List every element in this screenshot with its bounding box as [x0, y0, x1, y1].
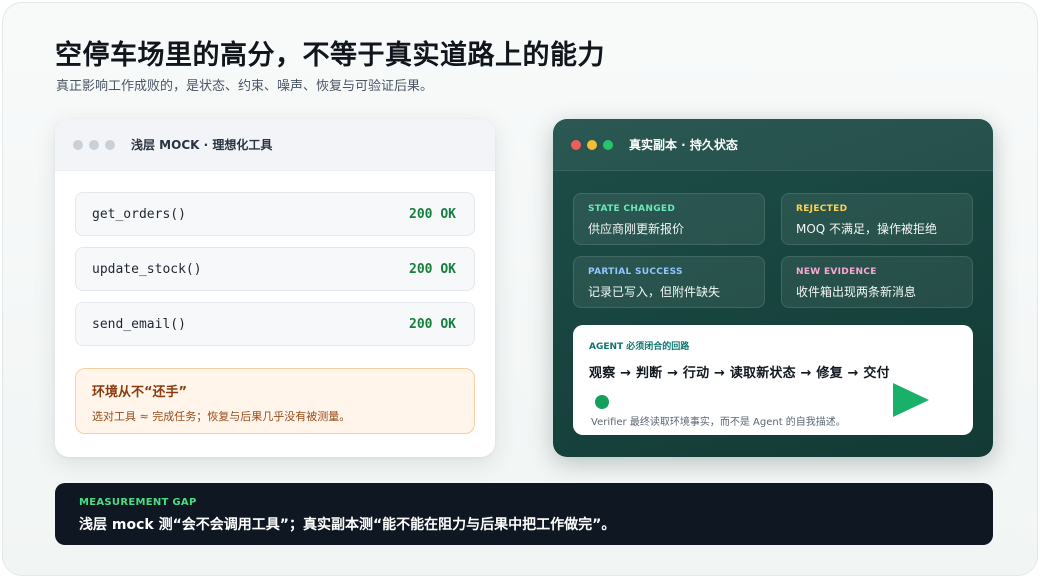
warning-title: 环境从不“还手”: [92, 385, 188, 400]
state-tile-text: MOQ 不满足，操作被拒绝: [796, 222, 938, 236]
mock-panel: 浅层 MOCK · 理想化工具 get_orders() 200 OK upda…: [55, 119, 495, 457]
state-tile-tag: REJECTED: [796, 204, 848, 214]
agent-loop-steps: 观察 → 判断 → 行动 → 读取新状态 → 修复 → 交付: [589, 366, 890, 381]
state-tile-text: 记录已写入，但附件缺失: [588, 285, 721, 299]
agent-loop-card: AGENT 必须闭合的回路 观察 → 判断 → 行动 → 读取新状态 → 修复 …: [573, 325, 973, 435]
slide-frame: 空停车场里的高分，不等于真实道路上的能力 真正影响工作成败的，是状态、约束、噪声…: [2, 2, 1038, 576]
banner-text: 浅层 mock 测“会不会调用工具”；真实副本测“能不能在阻力与后果中把工作做完…: [79, 517, 616, 533]
warning-callout: 环境从不“还手” 选对工具 ≈ 完成任务；恢复与后果几乎没有被测量。: [75, 368, 475, 434]
minimize-dot-icon: [587, 139, 597, 150]
window-controls: [73, 139, 115, 150]
api-call-name: update_stock(): [92, 261, 202, 277]
close-dot-icon: [571, 139, 581, 150]
window-dot-icon: [73, 139, 83, 150]
agent-loop-note: Verifier 最终读取环境事实，而不是 Agent 的自我描述。: [591, 417, 846, 428]
banner-tag: MEASUREMENT GAP: [79, 497, 197, 508]
agent-loop-label: AGENT 必须闭合的回路: [589, 342, 690, 352]
api-call-status: 200 OK: [409, 261, 456, 277]
api-call-row: get_orders() 200 OK: [75, 192, 475, 236]
warning-text: 选对工具 ≈ 完成任务；恢复与后果几乎没有被测量。: [92, 410, 351, 423]
state-tile: STATE CHANGED 供应商刚更新报价: [573, 193, 765, 245]
state-tile: NEW EVIDENCE 收件箱出现两条新消息: [781, 256, 973, 308]
state-tile-tag: NEW EVIDENCE: [796, 267, 877, 277]
measurement-gap-banner: MEASUREMENT GAP 浅层 mock 测“会不会调用工具”；真实副本测…: [55, 483, 993, 545]
page-title: 空停车场里的高分，不等于真实道路上的能力: [55, 40, 605, 71]
state-tile-tag: PARTIAL SUCCESS: [588, 267, 683, 277]
replica-panel-title: 真实副本 · 持久状态: [629, 138, 738, 152]
state-tile-text: 供应商刚更新报价: [588, 222, 685, 236]
state-tile-tag: STATE CHANGED: [588, 204, 676, 214]
maximize-dot-icon: [603, 139, 613, 150]
replica-panel-titlebar: 真实副本 · 持久状态: [553, 119, 993, 171]
window-dot-icon: [89, 139, 99, 150]
api-call-status: 200 OK: [409, 316, 456, 332]
replica-panel: 真实副本 · 持久状态 STATE CHANGED 供应商刚更新报价 REJEC…: [553, 119, 993, 457]
window-dot-icon: [105, 139, 115, 150]
status-dot-icon: [595, 395, 609, 409]
state-tile-text: 收件箱出现两条新消息: [796, 285, 917, 299]
api-call-row: update_stock() 200 OK: [75, 247, 475, 291]
api-call-name: get_orders(): [92, 206, 186, 222]
state-tile: PARTIAL SUCCESS 记录已写入，但附件缺失: [573, 256, 765, 308]
state-tile: REJECTED MOQ 不满足，操作被拒绝: [781, 193, 973, 245]
play-icon: [893, 383, 929, 417]
api-call-name: send_email(): [92, 316, 186, 332]
mock-panel-title: 浅层 MOCK · 理想化工具: [131, 138, 273, 152]
window-controls: [571, 139, 613, 150]
page-subtitle: 真正影响工作成败的，是状态、约束、噪声、恢复与可验证后果。: [56, 79, 434, 94]
api-call-status: 200 OK: [409, 206, 456, 222]
mock-panel-titlebar: 浅层 MOCK · 理想化工具: [55, 119, 495, 171]
api-call-row: send_email() 200 OK: [75, 302, 475, 346]
